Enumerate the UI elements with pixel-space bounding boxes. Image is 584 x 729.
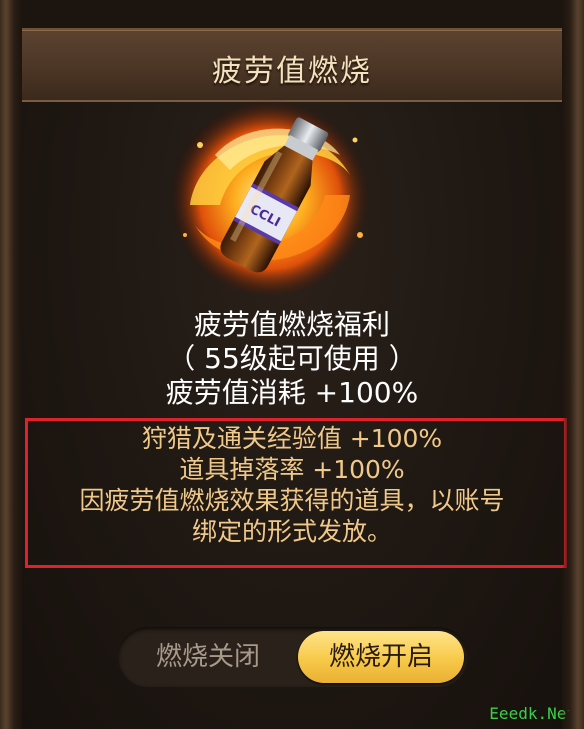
burn-on-button[interactable]: 燃烧开启 (298, 631, 464, 683)
bonus-exp: 狩猎及通关经验值 +100% (141, 424, 443, 453)
level-requirement: （ 55级起可使用 ） (167, 342, 417, 375)
energy-drink-bottle-icon: CCLI (170, 95, 370, 295)
bonus-binding-note-1: 因疲劳值燃烧效果获得的道具，以账号 (79, 486, 505, 515)
fatigue-consumption: 疲劳值消耗 +100% (165, 376, 419, 409)
dialog-title: 疲劳值燃烧 (212, 54, 372, 89)
watermark: Eeedk.Net (489, 704, 576, 723)
dialog-frame: 疲劳值燃烧 CCLI 疲劳值燃烧福利 （ 55级起可使用 ） 疲劳值消耗 +10… (0, 0, 584, 729)
bonus-drop-rate: 道具掉落率 +100% (179, 455, 405, 484)
benefit-title: 疲劳值燃烧福利 (193, 308, 390, 341)
bonus-binding-note-2: 绑定的形式发放。 (191, 517, 392, 546)
burn-off-button[interactable]: 燃烧关闭 (118, 627, 298, 687)
